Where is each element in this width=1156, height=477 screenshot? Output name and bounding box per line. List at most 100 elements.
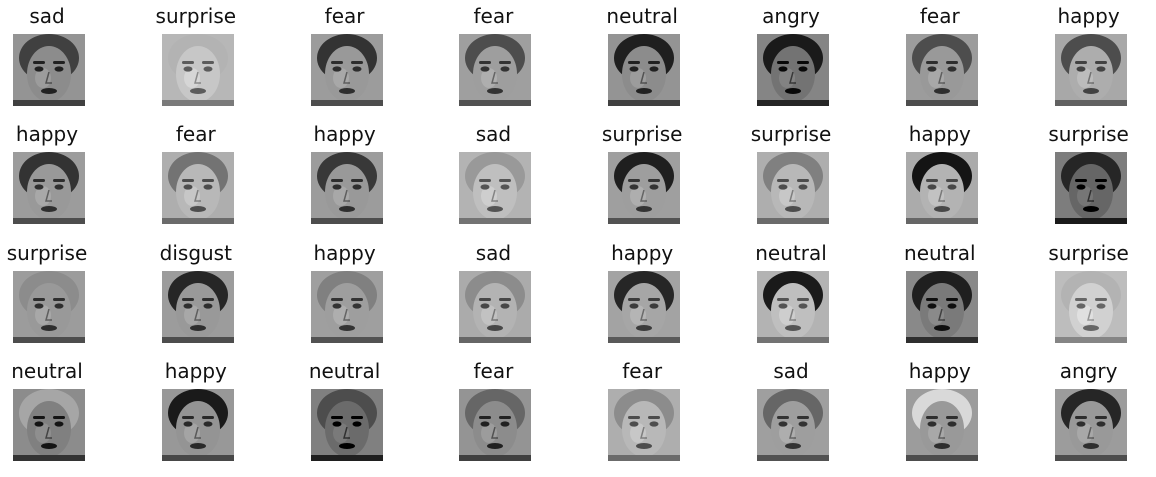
shoulders [13, 455, 85, 462]
right-brow [648, 61, 661, 64]
right-eye [798, 303, 808, 309]
right-brow [53, 416, 65, 420]
shoulders [757, 455, 829, 462]
mouth [636, 206, 653, 213]
shoulders [161, 455, 234, 462]
left-brow [181, 297, 194, 301]
face-panel: sad [0, 3, 117, 115]
left-brow [181, 179, 194, 183]
right-eye [1096, 421, 1106, 427]
right-brow [797, 297, 809, 301]
face-image [608, 389, 681, 462]
shoulders [905, 218, 978, 225]
left-brow [33, 179, 45, 183]
right-eye [947, 184, 957, 190]
face-grid-figure: sad surprise fear fear neutral angry fear happy… [0, 0, 1156, 477]
face-image [161, 270, 234, 343]
right-brow [1094, 416, 1107, 420]
left-eye [183, 421, 193, 427]
face-panel: neutral [275, 358, 415, 470]
right-eye [1096, 66, 1106, 72]
right-eye [947, 66, 957, 72]
left-brow [628, 416, 641, 420]
left-eye [183, 184, 193, 190]
left-brow [479, 297, 492, 301]
panel-title: surprise [601, 122, 683, 147]
right-eye [947, 421, 957, 427]
left-brow [33, 297, 45, 301]
shoulders [13, 218, 85, 225]
left-brow [925, 416, 938, 420]
face-image [13, 152, 85, 225]
left-brow [925, 297, 938, 301]
shoulders [310, 455, 383, 462]
mouth [41, 88, 57, 94]
face-panel: happy [275, 121, 415, 233]
right-brow [53, 297, 65, 301]
right-eye [352, 421, 362, 427]
right-eye [649, 66, 659, 72]
left-brow [330, 297, 343, 301]
panel-title: happy [313, 122, 376, 147]
left-brow [777, 416, 789, 420]
left-brow [628, 297, 641, 301]
mouth [189, 443, 206, 450]
right-eye [500, 303, 510, 309]
face-image [1054, 34, 1127, 106]
face-panel: happy [0, 121, 117, 233]
left-eye [332, 421, 342, 427]
face-panel: fear [870, 3, 1010, 115]
left-eye [629, 184, 639, 190]
shoulders [459, 336, 532, 343]
face-panel: happy [572, 240, 712, 352]
right-brow [53, 61, 65, 64]
left-brow [1074, 61, 1087, 64]
mouth [785, 324, 801, 331]
face-image [310, 270, 383, 343]
right-eye [1096, 184, 1106, 190]
face-image [13, 270, 85, 343]
left-brow [628, 179, 641, 183]
mouth [189, 206, 206, 213]
face-image [161, 389, 234, 462]
shoulders [310, 336, 383, 343]
left-brow [777, 61, 789, 64]
panel-title: happy [908, 122, 971, 147]
face-panel: sad [721, 358, 861, 470]
shoulders [757, 218, 829, 225]
panel-title: happy [611, 240, 674, 265]
shoulders [1054, 336, 1127, 343]
mouth [1082, 88, 1099, 94]
face-image [757, 152, 829, 225]
left-eye [34, 66, 44, 72]
face-image [13, 34, 85, 106]
left-eye [778, 66, 788, 72]
left-brow [181, 61, 194, 64]
mouth [636, 88, 653, 94]
right-eye [798, 184, 808, 190]
mouth [41, 206, 57, 213]
left-brow [330, 179, 343, 183]
right-eye [203, 184, 213, 190]
right-eye [352, 303, 362, 309]
mouth [338, 324, 355, 331]
face-panel: sad [423, 240, 563, 352]
right-eye [54, 184, 64, 190]
shoulders [757, 100, 829, 106]
face-panel: surprise [721, 121, 861, 233]
left-eye [927, 421, 937, 427]
left-eye [480, 303, 490, 309]
face-panel: surprise [0, 240, 117, 352]
mouth [487, 443, 504, 450]
panel-title: neutral [308, 359, 381, 384]
mouth [933, 324, 950, 331]
left-eye [629, 66, 639, 72]
right-eye [54, 66, 64, 72]
face-image [310, 389, 383, 462]
left-brow [777, 297, 789, 301]
mouth [189, 324, 206, 331]
right-brow [945, 416, 958, 420]
mouth [933, 206, 950, 213]
left-brow [181, 416, 194, 420]
face-image [13, 389, 85, 462]
